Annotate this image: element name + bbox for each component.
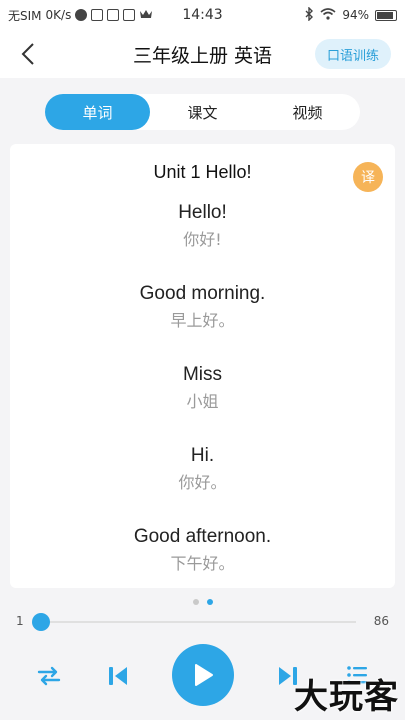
word-chinese: 早上好。: [170, 311, 235, 330]
progress-knob[interactable]: [32, 613, 50, 631]
word-chinese: 小姐: [186, 392, 219, 411]
pager-dot[interactable]: [192, 599, 199, 605]
progress-end-label: 86: [373, 614, 389, 628]
word-item[interactable]: Hello! 你好!: [10, 200, 395, 281]
status-left: 无SIM 0K/s: [8, 7, 304, 24]
progress-track[interactable]: [40, 621, 356, 623]
bluetooth-icon: [304, 5, 314, 24]
progress-start-label: 1: [16, 614, 24, 628]
crown-icon: [139, 8, 153, 23]
moon-icon: [75, 9, 88, 21]
progress-row: 1 86: [0, 610, 405, 634]
word-item[interactable]: Miss 小姐: [10, 362, 395, 443]
play-icon: [195, 664, 213, 686]
tab-bar: 单词 课文 视频: [45, 94, 360, 130]
tab-words[interactable]: 单词: [45, 94, 150, 130]
translate-button[interactable]: 译: [353, 162, 383, 192]
word-item[interactable]: Good afternoon. 下午好。: [10, 524, 395, 588]
word-english: Miss: [182, 364, 223, 385]
mail-icon: [123, 9, 136, 21]
word-english: Good afternoon.: [133, 526, 272, 547]
word-card: Unit 1 Hello! 译 Hello! 你好! Good morning.…: [10, 144, 395, 588]
wifi-icon: [320, 7, 336, 23]
status-bar: 无SIM 0K/s 14:43 94%: [0, 0, 405, 30]
pager-dots: [0, 599, 405, 605]
header: 三年级上册 英语 口语训练: [0, 30, 405, 78]
oral-practice-button[interactable]: 口语训练: [314, 39, 391, 69]
word-chinese: 下午好。: [170, 554, 235, 573]
word-english: Hi.: [190, 445, 215, 466]
play-button[interactable]: [172, 644, 234, 706]
repeat-button[interactable]: [34, 662, 64, 690]
previous-icon: [109, 667, 127, 685]
carrier-text: 无SIM: [8, 8, 42, 23]
word-list: Hello! 你好! Good morning. 早上好。 Miss 小姐 Hi…: [10, 200, 395, 588]
tab-text[interactable]: 课文: [150, 94, 255, 130]
network-speed: 0K/s: [45, 8, 72, 22]
p-app-icon: [107, 9, 120, 21]
previous-button[interactable]: [104, 662, 132, 690]
watermark-logo: 大玩客: [294, 677, 399, 717]
pager-dot-active[interactable]: [206, 599, 213, 605]
repeat-icon: [37, 666, 61, 686]
chevron-left-icon: [21, 43, 34, 65]
battery-icon: [375, 9, 397, 21]
word-english: Hello!: [178, 202, 227, 223]
unit-title: Unit 1 Hello!: [153, 162, 252, 182]
word-item[interactable]: Good morning. 早上好。: [10, 281, 395, 362]
word-chinese: 你好。: [178, 473, 227, 492]
page-title: 三年级上册 英语: [132, 44, 273, 67]
word-chinese: 你好!: [183, 230, 222, 249]
word-english: Good morning.: [139, 283, 266, 304]
battery-percent: 94%: [342, 8, 369, 22]
tab-video[interactable]: 视频: [255, 94, 360, 130]
back-button[interactable]: [14, 40, 42, 68]
status-right: 94%: [304, 5, 397, 24]
s-app-icon: [91, 9, 104, 21]
word-item[interactable]: Hi. 你好。: [10, 443, 395, 524]
